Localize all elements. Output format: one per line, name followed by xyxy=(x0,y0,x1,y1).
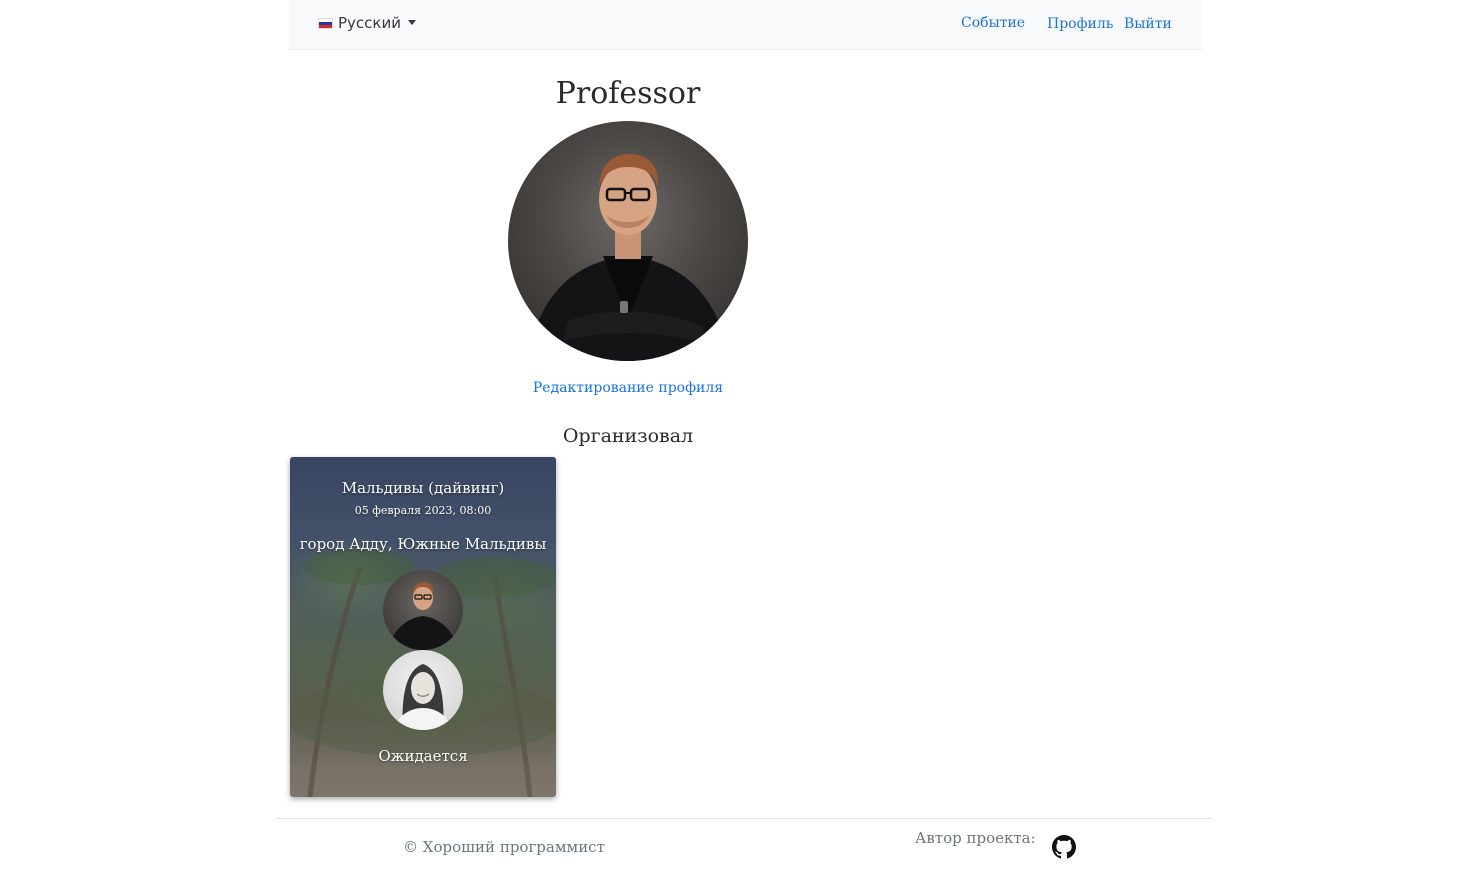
profile-username: Professor xyxy=(555,76,701,111)
footer-author-label: Автор проекта: xyxy=(915,829,1036,847)
navbar: Русский Событие Профиль Выйти xyxy=(289,0,1202,50)
participant-avatar-image xyxy=(393,664,453,730)
footer-copyright: © Хороший программист xyxy=(403,838,605,856)
event-datetime: 05 февраля 2023, 08:00 xyxy=(354,504,492,517)
nav-link-profile[interactable]: Профиль xyxy=(1047,16,1113,32)
event-title: Мальдивы (дайвинг) xyxy=(341,479,505,497)
github-icon-graphic xyxy=(1052,835,1076,859)
github-icon[interactable] xyxy=(1052,835,1076,859)
russia-flag-icon xyxy=(318,17,333,29)
footer-divider xyxy=(277,818,1213,819)
participant-avatar-image xyxy=(388,582,458,650)
event-location: город Адду, Южные Мальдивы xyxy=(299,535,547,553)
participant-avatar xyxy=(383,570,463,650)
organized-heading: Организовал xyxy=(562,425,694,447)
profile-avatar xyxy=(508,121,748,361)
event-card[interactable]: Мальдивы (дайвинг) 05 февраля 2023, 08:0… xyxy=(290,457,556,797)
nav-link-logout[interactable]: Выйти xyxy=(1124,16,1172,32)
profile-avatar-image xyxy=(528,153,730,361)
participant-avatar xyxy=(383,650,463,730)
nav-link-event[interactable]: Событие xyxy=(961,15,1025,31)
event-status: Ожидается xyxy=(378,747,468,765)
edit-profile-link[interactable]: Редактирование профиля xyxy=(478,380,778,396)
caret-down-icon xyxy=(407,19,416,25)
language-dropdown[interactable]: Русский xyxy=(318,14,416,32)
language-label: Русский xyxy=(338,14,401,32)
